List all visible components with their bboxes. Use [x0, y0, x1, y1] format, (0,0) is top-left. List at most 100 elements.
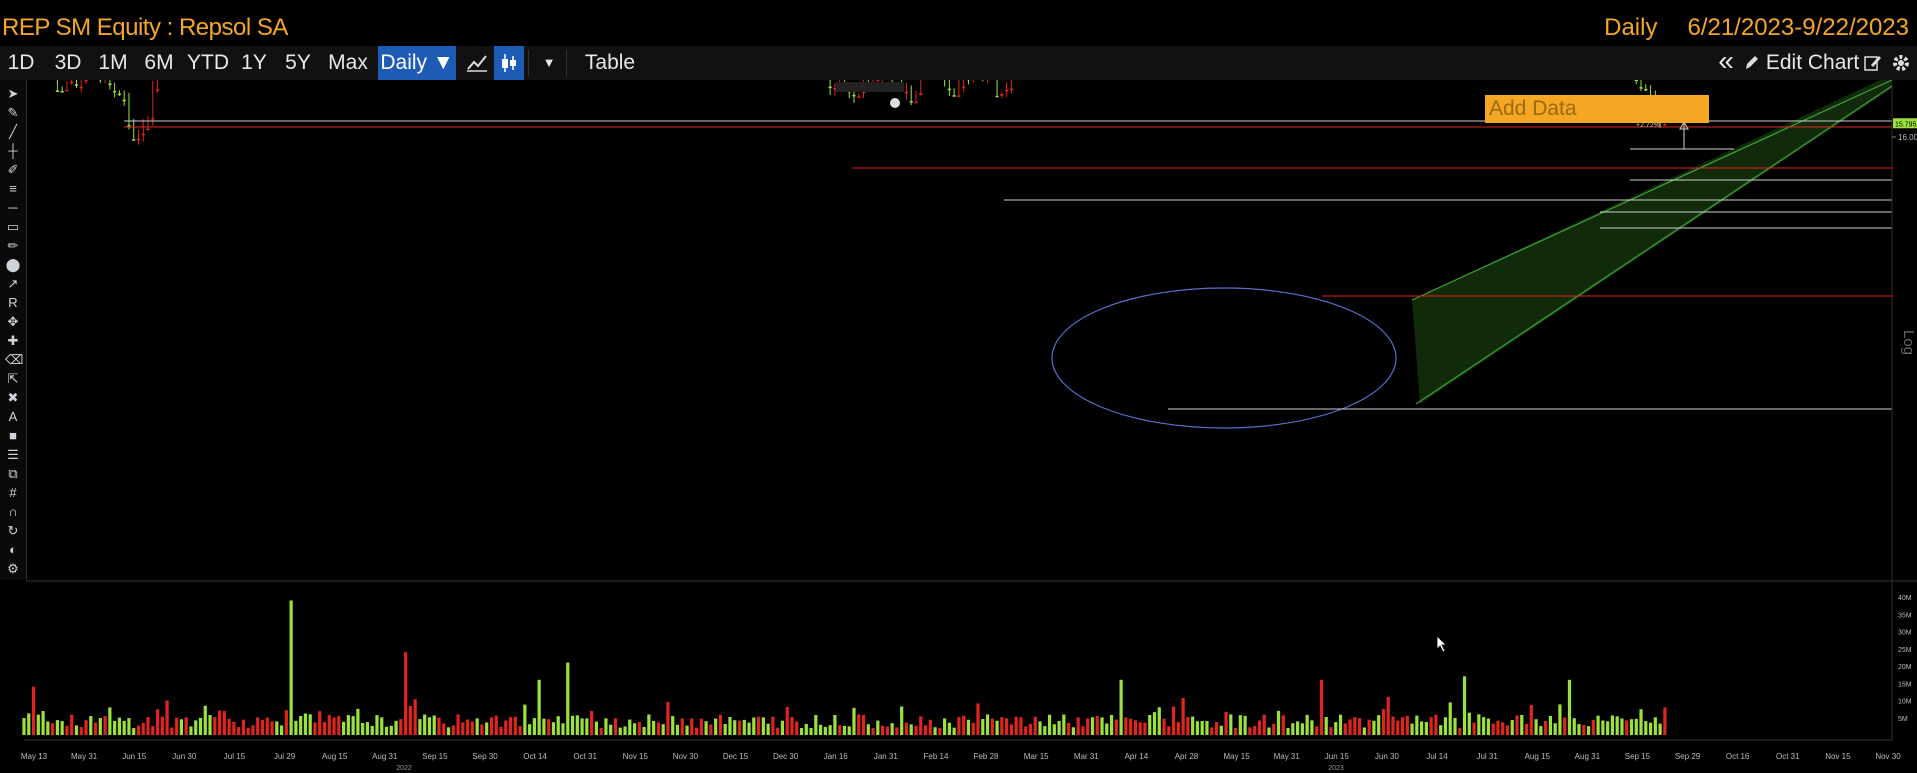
select-icon[interactable]: ⇱: [5, 371, 21, 387]
marker-icon[interactable]: ⬤: [5, 257, 21, 273]
ruler-icon[interactable]: ┼: [5, 143, 21, 159]
candle-body: [70, 81, 74, 84]
collapse-icon[interactable]: «: [1712, 46, 1740, 80]
period-1m-button[interactable]: 1M: [92, 46, 134, 80]
volume-bar: [36, 714, 40, 735]
palette-icon[interactable]: ◐: [5, 542, 21, 558]
shape-icon[interactable]: ▭: [5, 219, 21, 235]
crosshair-icon[interactable]: ✚: [5, 333, 21, 349]
pan-icon[interactable]: ✥: [5, 314, 21, 330]
volume-bar: [1052, 724, 1056, 735]
period-3d-button[interactable]: 3D: [48, 46, 88, 80]
rect-icon[interactable]: ■: [5, 428, 21, 444]
volume-bar: [1319, 679, 1324, 735]
edit-chart-label: Edit Chart: [1765, 51, 1860, 74]
date-tick-label: Oct 14: [523, 752, 547, 761]
volume-bar: [1353, 717, 1357, 735]
candle-body: [55, 90, 59, 92]
pencil-icon[interactable]: ✏: [5, 238, 21, 254]
volume-bar: [985, 714, 990, 735]
magnet-icon[interactable]: ∩: [5, 504, 21, 520]
candle-body: [117, 93, 121, 96]
volume-bar: [93, 722, 98, 735]
volume-bar: [780, 720, 785, 735]
volume-bar: [599, 727, 603, 735]
volume-bar: [1009, 724, 1013, 735]
volume-bar: [513, 716, 517, 735]
table-button[interactable]: Table: [576, 46, 644, 80]
year-label: 2022: [396, 765, 412, 772]
volume-bar: [356, 708, 360, 735]
line-chart-icon[interactable]: [462, 46, 492, 80]
candle-body: [1639, 87, 1643, 89]
chart-type-dropdown-icon[interactable]: ▼: [538, 46, 560, 80]
eraser-icon[interactable]: ⌫: [5, 352, 23, 368]
cursor-icon[interactable]: ➤: [5, 86, 21, 102]
period-max-button[interactable]: Max: [324, 46, 372, 80]
volume-tick-label: 15M: [1898, 681, 1912, 688]
volume-bar: [957, 717, 961, 735]
volume-bar: [1591, 719, 1595, 735]
delete-icon[interactable]: ✖: [5, 390, 21, 406]
period-5y-button[interactable]: 5Y: [278, 46, 318, 80]
date-tick-label: Mar 15: [1024, 752, 1049, 761]
period-1d-button[interactable]: 1D: [0, 46, 42, 80]
volume-bar: [1157, 707, 1161, 735]
volume-bar: [857, 714, 861, 735]
volume-bar: [1076, 717, 1080, 735]
layers-icon[interactable]: ⧉: [5, 466, 21, 482]
volume-bar: [928, 719, 932, 735]
brush-icon[interactable]: ✐: [5, 162, 21, 178]
gear-icon[interactable]: ⚙: [5, 561, 21, 577]
frequency-select[interactable]: Daily ▼: [378, 46, 456, 80]
grid-icon[interactable]: #: [5, 485, 21, 501]
volume-bar: [41, 710, 45, 735]
settings-gear-icon[interactable]: [1888, 46, 1914, 80]
edit-chart-button[interactable]: Edit Chart: [1744, 46, 1870, 80]
trendline-icon[interactable]: ╱: [5, 124, 21, 140]
refresh-icon[interactable]: ↻: [5, 523, 21, 539]
text-icon[interactable]: R: [5, 295, 21, 311]
volume-bar: [1429, 717, 1433, 735]
volume-bar: [217, 710, 222, 735]
volume-bar: [1491, 723, 1495, 735]
volume-bar: [79, 727, 83, 735]
period-ytd-button[interactable]: YTD: [184, 46, 232, 80]
volume-bar: [275, 721, 279, 735]
volume-bar: [852, 707, 856, 735]
candle-body: [1663, 124, 1667, 126]
volume-bar: [175, 717, 179, 735]
volume-bar: [303, 713, 308, 735]
date-tick-label: Sep 30: [472, 752, 498, 761]
candle-body: [857, 96, 861, 98]
title-bar: REP SM Equity : Repsol SA Daily 6/21/2023…: [0, 0, 1917, 46]
volume-bar: [623, 726, 627, 735]
volume-bar: [1047, 714, 1052, 735]
volume-tick-label: 20M: [1898, 664, 1912, 671]
candle-chart-icon[interactable]: [494, 46, 524, 80]
ray-icon[interactable]: ↗: [5, 276, 21, 292]
period-6m-button[interactable]: 6M: [138, 46, 180, 80]
volume-bar: [165, 700, 169, 735]
volume-bar: [408, 706, 412, 735]
volume-bar: [1129, 718, 1133, 735]
volume-bar: [523, 704, 527, 735]
candle-body: [914, 101, 918, 104]
volume-bar: [656, 722, 661, 735]
font-icon[interactable]: A: [5, 409, 21, 425]
volume-bar: [451, 725, 455, 735]
volume-bar: [370, 725, 374, 735]
volume-bar: [675, 724, 680, 735]
pen-icon[interactable]: ✎: [5, 105, 21, 121]
list-icon[interactable]: ☰: [5, 447, 21, 463]
log-scale-label: Log: [1900, 330, 1917, 355]
add-data-input[interactable]: [1485, 95, 1709, 123]
volume-bar: [1400, 717, 1405, 735]
volume-bar: [1315, 726, 1319, 735]
volume-bar: [27, 713, 31, 735]
candle-body: [108, 83, 112, 86]
annotate-icon[interactable]: [1861, 46, 1885, 80]
fib-icon[interactable]: ≡: [5, 181, 21, 197]
line-icon[interactable]: ─: [5, 200, 21, 216]
period-1y-button[interactable]: 1Y: [236, 46, 272, 80]
